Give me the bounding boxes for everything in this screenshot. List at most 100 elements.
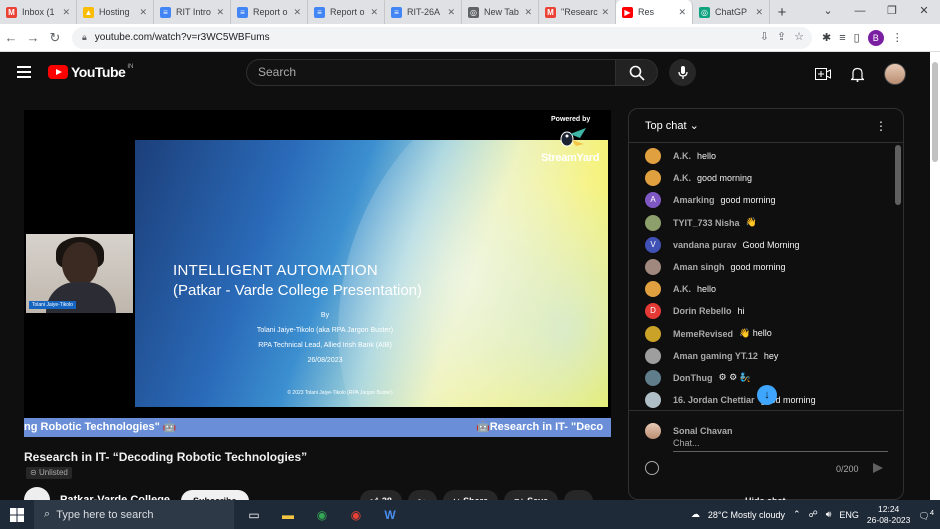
chat-message[interactable]: Aman gaming YT.12 hey [629, 345, 891, 367]
volume-icon[interactable]: 🔊︎ [826, 509, 832, 520]
clock[interactable]: 12:24 26-08-2023 [867, 504, 910, 526]
tab-search-icon[interactable]: ⌄ [812, 0, 844, 24]
chat-message[interactable]: Vvandana purav Good Morning [629, 234, 891, 256]
url-field[interactable]: 🔒︎ youtube.com/watch?v=r3WC5WBFums ⇩ ⇪ ☆ [72, 26, 812, 49]
chat-message[interactable]: A.K. hello [629, 278, 891, 300]
word-taskbar-icon[interactable]: W [376, 500, 404, 529]
maximize-button[interactable]: ❐ [876, 0, 908, 24]
browser-tab[interactable]: ≡ RIT Intro ✕ [154, 0, 231, 24]
emoji-picker-icon[interactable] [645, 461, 659, 475]
file-explorer-icon[interactable]: ▬ [274, 500, 302, 529]
browser-tab[interactable]: ▶ Res ✕ [616, 0, 693, 24]
forward-button[interactable]: → [22, 30, 44, 45]
chat-author-avatar[interactable]: V [645, 236, 661, 253]
chat-message[interactable]: A Amarking good morning [629, 189, 891, 211]
tab-close-icon[interactable]: ✕ [447, 7, 455, 18]
task-view-icon[interactable]: ▭ [240, 500, 268, 529]
chat-author-name[interactable]: Aman gaming YT.12 [673, 351, 758, 361]
chat-author-avatar[interactable] [645, 170, 661, 187]
chat-message[interactable]: A.K. good morning [629, 167, 891, 189]
chat-menu-icon[interactable]: ⋮ [875, 119, 887, 133]
chat-scroll-thumb[interactable] [895, 145, 901, 205]
tab-close-icon[interactable]: ✕ [601, 7, 609, 18]
browser-tab[interactable]: ◎ ChatGP ✕ [693, 0, 770, 24]
page-scrollbar[interactable] [930, 52, 940, 500]
browser-tab[interactable]: ≡ Report o ✕ [231, 0, 308, 24]
weather-icon[interactable]: ☁ [691, 509, 700, 520]
chat-scrollbar[interactable] [895, 145, 901, 403]
tab-close-icon[interactable]: ✕ [678, 7, 686, 18]
notifications-bell-icon[interactable] [851, 67, 864, 82]
extensions-icon[interactable]: ✱ [822, 31, 831, 44]
chrome-taskbar-icon[interactable]: ◉ [308, 500, 336, 529]
tab-close-icon[interactable]: ✕ [370, 7, 378, 18]
browser-tab[interactable]: ≡ Report o ✕ [308, 0, 385, 24]
chat-author-avatar[interactable] [645, 214, 661, 231]
send-icon[interactable] [873, 463, 883, 473]
menu-hamburger-icon[interactable] [17, 66, 31, 78]
profile-avatar[interactable]: B [867, 29, 884, 46]
side-panel-icon[interactable]: ▯ [854, 31, 860, 44]
browser-tab[interactable]: ≡ RIT-26A ✕ [385, 0, 462, 24]
chat-author-name[interactable]: vandana purav [673, 240, 737, 250]
tab-close-icon[interactable]: ✕ [524, 7, 532, 18]
video-player[interactable]: INTELLIGENT AUTOMATION (Patkar - Varde C… [24, 110, 611, 437]
chat-message[interactable]: TYIT_733 Nisha 👋 [629, 212, 891, 234]
tab-close-icon[interactable]: ✕ [293, 7, 301, 18]
chat-author-name[interactable]: A.K. [673, 173, 691, 183]
tab-close-icon[interactable]: ✕ [139, 7, 147, 18]
minimize-button[interactable]: — [844, 0, 876, 24]
close-window-button[interactable]: ✕ [908, 0, 940, 24]
chat-message[interactable]: A.K. hello [629, 145, 891, 167]
tab-close-icon[interactable]: ✕ [755, 7, 763, 18]
search-input[interactable]: Search [246, 59, 616, 86]
chat-author-name[interactable]: 16. Jordan Chettiar [673, 395, 755, 405]
voice-search-button[interactable] [669, 59, 696, 86]
taskbar-search[interactable]: ⌕ Type here to search [34, 500, 234, 529]
chat-author-avatar[interactable] [645, 369, 661, 386]
chat-message[interactable]: D Dorin Rebello hi [629, 300, 891, 322]
chat-mode-dropdown[interactable]: Top chat ⌄ [645, 119, 699, 132]
chat-author-name[interactable]: MemeRevised [673, 329, 733, 339]
chat-author-avatar[interactable] [645, 259, 661, 276]
chrome-profile-taskbar-icon[interactable]: ◉ [342, 500, 370, 529]
create-video-icon[interactable] [815, 68, 831, 80]
chat-author-avatar[interactable] [645, 347, 661, 364]
search-button[interactable] [615, 59, 658, 86]
media-control-icon[interactable]: ≡ [839, 32, 845, 44]
chat-message-input[interactable]: Chat... [673, 438, 888, 452]
bookmark-star-icon[interactable]: ☆ [794, 30, 804, 43]
chat-author-name[interactable]: TYIT_733 Nisha [673, 218, 740, 228]
youtube-logo[interactable]: YouTube IN [48, 64, 133, 80]
start-button[interactable] [0, 500, 34, 529]
chat-author-name[interactable]: Dorin Rebello [673, 306, 732, 316]
weather-text[interactable]: 28°C Mostly cloudy [708, 510, 785, 520]
back-button[interactable]: ← [0, 30, 22, 45]
install-icon[interactable]: ⇩ [760, 30, 769, 43]
chat-author-name[interactable]: Amarking [673, 195, 715, 205]
notifications-icon[interactable]: 🗨︎4 [918, 508, 934, 522]
browser-tab[interactable]: ◎ New Tab ✕ [462, 0, 539, 24]
chat-author-avatar[interactable] [645, 281, 661, 298]
account-avatar[interactable] [884, 63, 906, 85]
tab-close-icon[interactable]: ✕ [216, 7, 224, 18]
chat-author-name[interactable]: A.K. [673, 284, 691, 294]
chat-author-avatar[interactable] [645, 148, 661, 165]
network-icon[interactable]: ☍ [809, 509, 818, 520]
chat-author-name[interactable]: Aman singh [673, 262, 725, 272]
chat-author-avatar[interactable]: D [645, 303, 661, 320]
language-indicator[interactable]: ENG [839, 510, 859, 520]
tab-close-icon[interactable]: ✕ [62, 7, 70, 18]
new-tab-button[interactable]: + [770, 4, 794, 21]
chat-message[interactable]: DonThug ⚙ ⚙ 🧞 [629, 367, 891, 389]
chat-author-name[interactable]: DonThug [673, 373, 713, 383]
reload-button[interactable]: ↻ [44, 30, 66, 46]
browser-tab[interactable]: M Inbox (1 ✕ [0, 0, 77, 24]
jump-to-latest-button[interactable]: ↓ [757, 385, 777, 405]
chat-message[interactable]: MemeRevised 👋 hello [629, 323, 891, 345]
chat-message[interactable]: Aman singh good morning [629, 256, 891, 278]
chat-author-avatar[interactable] [645, 392, 661, 409]
chat-author-avatar[interactable] [645, 325, 661, 342]
show-hidden-icons-icon[interactable]: ⌃ [793, 509, 801, 520]
share-icon[interactable]: ⇪ [777, 30, 786, 43]
